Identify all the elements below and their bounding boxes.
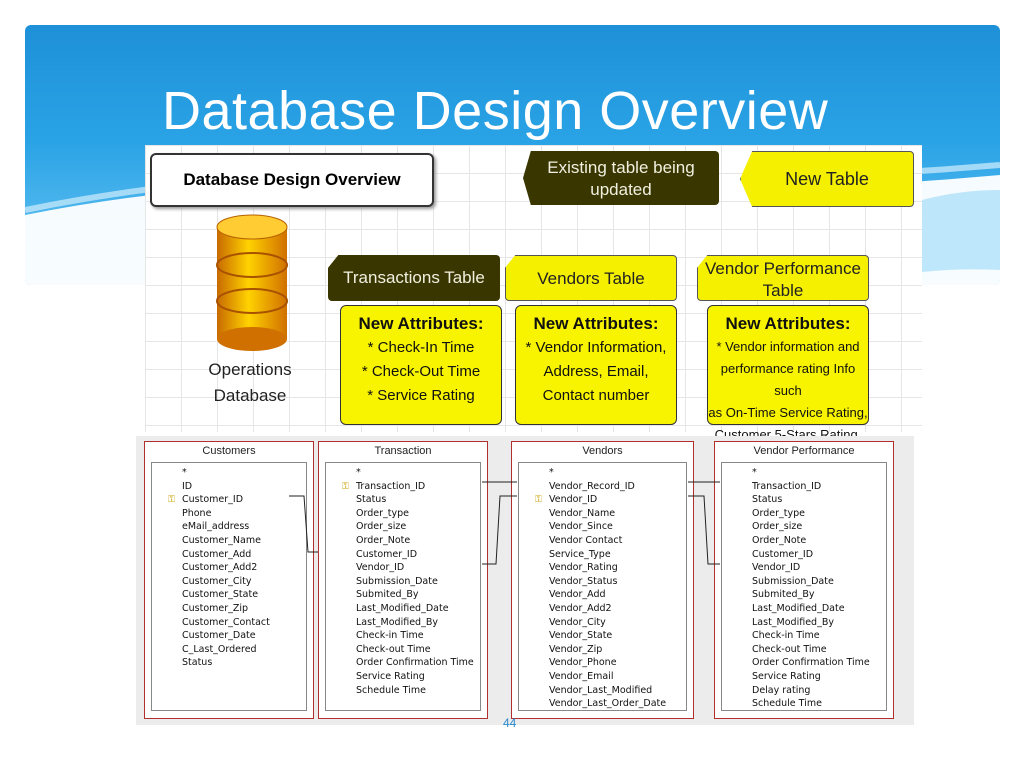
relationship-line-vendor-performance: [688, 495, 720, 565]
page-number: 44: [503, 716, 517, 730]
legend-new-table: New Table: [740, 151, 914, 207]
overview-diagram: Database Design Overview Existing table …: [145, 145, 922, 464]
attributes-title: New Attributes:: [533, 314, 659, 333]
vendor-performance-table-header: Vendor Performance Table: [697, 255, 869, 301]
operations-database-label: Operations Database: [208, 360, 292, 405]
attribute-line: as On-Time Service Rating,: [708, 405, 868, 420]
attribute-line: performance rating Info such: [720, 361, 856, 398]
attribute-line: * Check-In Time: [367, 339, 475, 356]
attribute-line: * Check-Out Time: [361, 363, 481, 380]
relationships-diagram: Customers * ID Customer_ID ⚿ Phone eMail_addr…: [136, 436, 914, 725]
vendor-performance-attributes-box: New Attributes: * Vendor information and…: [707, 305, 869, 464]
legend-existing-table: Existing table being updated: [523, 151, 719, 205]
attribute-line: Address, Email,: [543, 363, 649, 380]
relationship-line-customer: [289, 495, 318, 553]
transactions-attributes-box: New Attributes: * Check-In Time * Check-…: [340, 305, 502, 425]
attributes-title: New Attributes:: [358, 314, 484, 333]
attributes-title: New Attributes:: [725, 314, 851, 333]
attribute-line: * Service Rating: [367, 387, 475, 404]
transactions-table-header: Transactions Table: [328, 255, 500, 301]
slide-title: Database Design Overview: [162, 81, 829, 141]
vendors-attributes-box: New Attributes: * Vendor Information, Ad…: [515, 305, 677, 425]
vendors-table-header: Vendors Table: [505, 255, 677, 301]
attribute-line: Contact number: [542, 387, 650, 404]
relationship-lines: [289, 481, 720, 565]
attribute-line: * Vendor information and: [716, 339, 860, 354]
attribute-line: * Vendor Information,: [525, 339, 667, 356]
overview-label: Database Design Overview: [150, 153, 434, 207]
database-cylinder-icon: [216, 214, 288, 351]
relationship-line-vendor: [482, 495, 517, 565]
